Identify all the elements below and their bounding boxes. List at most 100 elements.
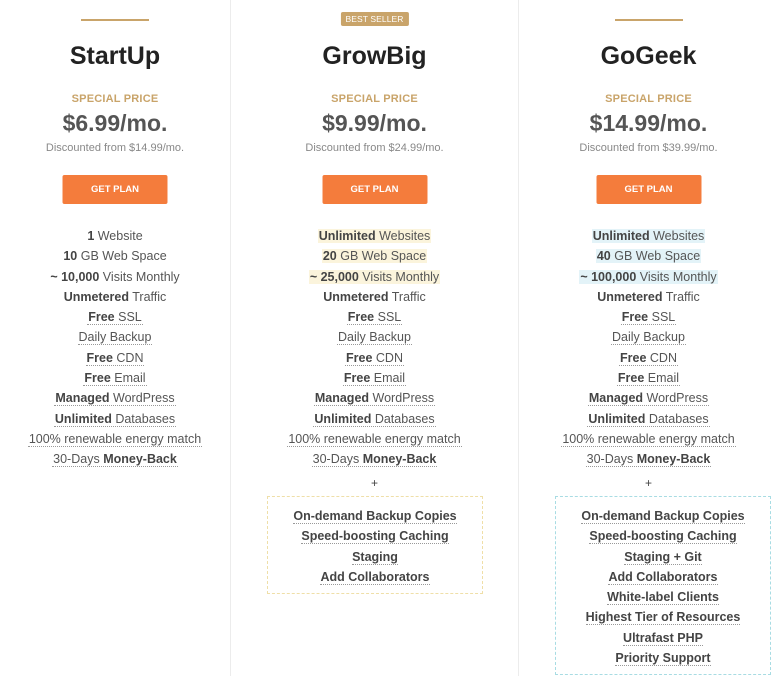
feature-label: Visits Monthly [358, 269, 440, 284]
feature-item: Unmetered Traffic [231, 287, 518, 307]
get-plan-button[interactable]: GET PLAN [322, 175, 427, 204]
feature-text: Free Email [83, 371, 147, 387]
extras-box: On-demand Backup Copies Speed-boosting Ca… [267, 496, 483, 594]
feature-item: Managed WordPress [519, 388, 778, 408]
feature-highlight: Unlimited [314, 411, 372, 426]
accent-bar [614, 19, 683, 21]
feature-label: Email [110, 371, 146, 386]
feature-item: Daily Backup [231, 327, 518, 347]
feature-highlight: Free [343, 371, 371, 386]
feature-text: Unlimited Websites [591, 229, 706, 243]
feature-item: Free SSL [519, 307, 778, 327]
feature-item: 40 GB Web Space [519, 246, 778, 266]
extra-feature-item: White-label Clients [556, 587, 770, 607]
feature-text: 1 Website [86, 229, 143, 243]
feature-label: Website [94, 229, 143, 243]
extra-feature-label: Staging + Git [624, 549, 702, 565]
feature-text: Daily Backup [611, 330, 686, 346]
feature-highlight: ~ 25,000 [309, 269, 359, 284]
plan-price: $6.99/mo. [62, 110, 168, 136]
feature-highlight: Unlimited [318, 229, 376, 243]
feature-text: 30-Days Money-Back [311, 452, 438, 468]
feature-label: 30-Days [586, 452, 637, 467]
feature-item: Free SSL [231, 307, 518, 327]
extra-feature-item: Ultrafast PHP [556, 628, 770, 648]
feature-text: Unmetered Traffic [63, 290, 168, 304]
feature-item: 20 GB Web Space [231, 246, 518, 266]
feature-text: ~ 100,000 Visits Monthly [579, 269, 718, 284]
feature-highlight: Unlimited [588, 411, 646, 426]
extra-feature-label: On-demand Backup Copies [293, 509, 457, 524]
feature-text: Free SSL [87, 310, 143, 326]
feature-text: Unlimited Databases [313, 411, 436, 427]
feature-item: 30-Days Money-Back [0, 449, 230, 469]
plan-startup: StartUp SPECIAL PRICE $6.99/mo. Discount… [0, 0, 230, 681]
extra-feature-label: Ultrafast PHP [623, 630, 703, 646]
extra-feature-item: On-demand Backup Copies [268, 506, 482, 526]
extra-feature-item: Highest Tier of Resources [556, 607, 770, 627]
feature-item: Managed WordPress [0, 388, 230, 408]
extra-feature-item: Staging + Git [556, 547, 770, 567]
feature-text: Managed WordPress [587, 391, 710, 407]
feature-item: 1 Website [0, 226, 230, 246]
extra-feature-label: Add Collaborators [608, 569, 718, 585]
feature-label: CDN [372, 350, 403, 365]
feature-highlight: Free [347, 310, 375, 325]
feature-text: ~ 25,000 Visits Monthly [308, 269, 441, 284]
extra-feature-item: Add Collaborators [268, 567, 482, 587]
extra-feature-label: Highest Tier of Resources [585, 610, 741, 626]
feature-highlight: ~ 100,000 [580, 269, 637, 284]
special-price-label: SPECIAL PRICE [605, 93, 692, 105]
feature-item: ~ 100,000 Visits Monthly [519, 267, 778, 287]
feature-item: 30-Days Money-Back [519, 449, 778, 469]
feature-item: Unmetered Traffic [0, 287, 230, 307]
feature-text: 10 GB Web Space [62, 249, 167, 263]
feature-item: 100% renewable energy match [231, 429, 518, 449]
feature-label: Daily Backup [612, 330, 685, 345]
feature-text: Unlimited Websites [317, 229, 432, 243]
get-plan-button[interactable]: GET PLAN [596, 175, 701, 204]
extra-feature-item: Speed-boosting Caching [556, 526, 770, 546]
feature-text: 40 GB Web Space [595, 249, 702, 264]
extra-feature-label: Speed-boosting Caching [589, 529, 737, 545]
feature-label: Visits Monthly [99, 269, 180, 284]
special-price-label: SPECIAL PRICE [331, 93, 418, 105]
feature-label: GB Web Space [610, 249, 701, 264]
feature-highlight: Unlimited [592, 229, 650, 243]
feature-highlight: Managed [55, 391, 110, 406]
feature-item: Free CDN [0, 348, 230, 368]
feature-highlight: 40 [596, 249, 611, 264]
feature-highlight: Free [620, 350, 647, 365]
plan-price: $9.99/mo. [322, 110, 427, 136]
feature-item: Unlimited Websites [231, 226, 518, 246]
plan-price: $14.99/mo. [589, 110, 708, 136]
feature-text: Unmetered Traffic [322, 290, 427, 304]
feature-text: Daily Backup [77, 330, 153, 346]
feature-text: 100% renewable energy match [27, 431, 203, 447]
feature-item: ~ 10,000 Visits Monthly [0, 267, 230, 287]
extra-feature-item: On-demand Backup Copies [556, 506, 770, 526]
feature-item: Daily Backup [0, 327, 230, 347]
feature-highlight: Free [621, 310, 649, 325]
feature-label: Visits Monthly [636, 269, 717, 284]
feature-text: Managed WordPress [313, 391, 436, 407]
feature-highlight: Free [346, 350, 373, 365]
feature-text: Unlimited Databases [53, 411, 177, 427]
feature-highlight: ~ 10,000 [50, 269, 100, 284]
feature-label: WordPress [643, 391, 709, 406]
feature-label: GB Web Space [77, 249, 167, 264]
feature-text: Unmetered Traffic [596, 290, 701, 304]
feature-highlight: Unmetered [63, 289, 129, 304]
feature-label: GB Web Space [336, 249, 427, 264]
extras-box: On-demand Backup Copies Speed-boosting Ca… [555, 496, 771, 675]
feature-text: 100% renewable energy match [561, 431, 736, 447]
feature-highlight: Unlimited [54, 411, 112, 426]
feature-item: 100% renewable energy match [519, 429, 778, 449]
plan-name: GrowBig [322, 42, 427, 70]
get-plan-button[interactable]: GET PLAN [62, 175, 168, 204]
feature-label: Traffic [662, 289, 700, 304]
plan-gogeek: GoGeek SPECIAL PRICE $14.99/mo. Discount… [518, 0, 778, 676]
feature-label: CDN [112, 350, 144, 365]
pricing-plans: StartUp SPECIAL PRICE $6.99/mo. Discount… [0, 0, 778, 681]
feature-item: Managed WordPress [231, 388, 518, 408]
